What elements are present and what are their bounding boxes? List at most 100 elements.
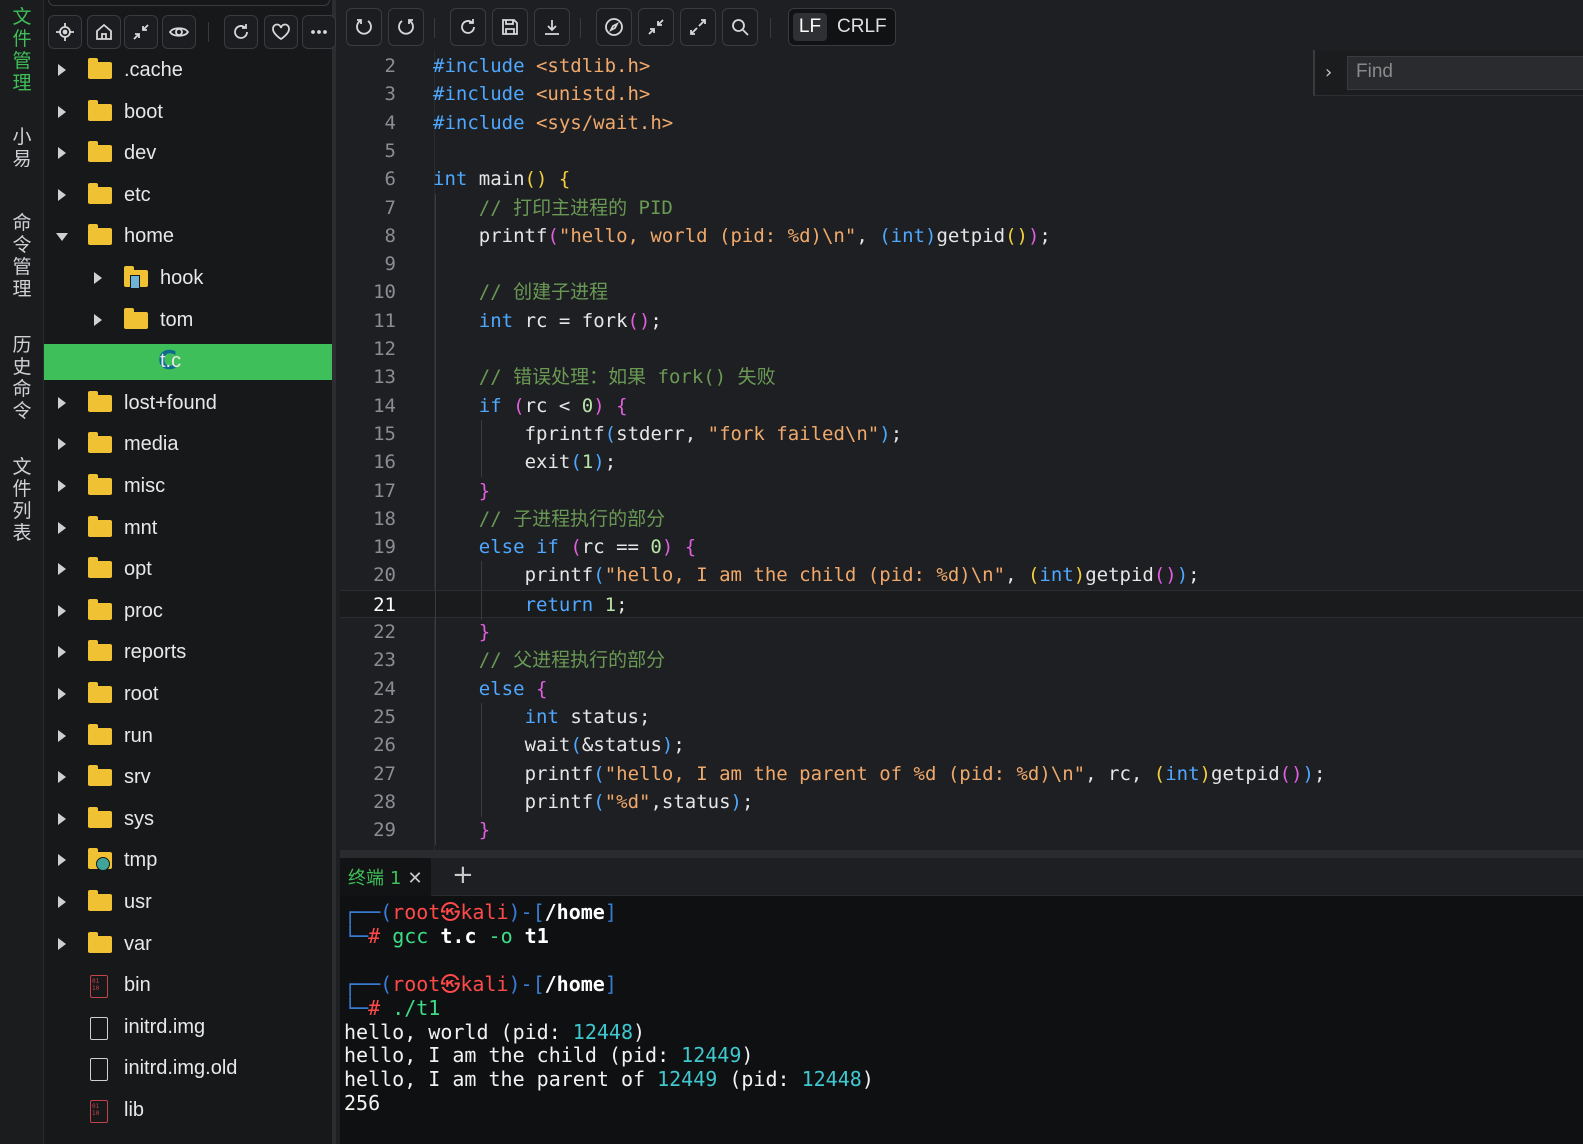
code-line[interactable]: 13 // 错误处理：如果 fork() 失败 [340, 363, 1583, 393]
chevron-right-icon[interactable] [94, 313, 102, 326]
code-line[interactable]: 19 else if (rc == 0) { [340, 533, 1583, 563]
chevron-right-icon[interactable] [58, 729, 66, 742]
chevron-right-icon[interactable] [58, 896, 66, 908]
code-line[interactable]: 22} [340, 618, 1583, 647]
shrink-button[interactable] [638, 8, 674, 46]
code-line[interactable]: 11 int rc = fork(); [340, 306, 1583, 336]
terminal-output[interactable]: ┌──(root㉿kali)-[/home] └─# gcc t.c -o t1 ┌… [340, 896, 1583, 1144]
tree-item[interactable]: tmp [44, 843, 332, 879]
code-line[interactable]: 26 wait(&status); [340, 731, 1583, 761]
chevron-right-icon[interactable] [58, 396, 66, 409]
code-line[interactable]: 14 if (rc < 0) { [340, 391, 1583, 421]
code-line[interactable]: 16 exit(1); [340, 448, 1583, 478]
toggle-hidden-button[interactable] [162, 15, 196, 49]
tree-item[interactable]: initrd.img.old [44, 1051, 332, 1087]
tree-item[interactable]: etc [44, 178, 332, 214]
code-line[interactable]: 21 return 1; [340, 589, 1583, 620]
tree-item[interactable]: usr [44, 885, 332, 921]
chevron-down-icon[interactable] [56, 233, 68, 242]
chevron-right-icon[interactable] [58, 147, 66, 160]
tree-item[interactable]: var [44, 927, 332, 963]
tree-item[interactable]: lost+found [44, 386, 332, 422]
tree-item[interactable]: hook [44, 261, 332, 297]
reload-button[interactable] [450, 8, 486, 46]
panel-splitter[interactable] [340, 850, 1583, 858]
add-terminal-button[interactable]: + [452, 860, 474, 890]
more-button[interactable] [302, 15, 336, 49]
chevron-right-icon[interactable] [58, 105, 66, 118]
line-ending-crlf[interactable]: CRLF [837, 13, 887, 41]
tree-item[interactable]: sys [44, 802, 332, 838]
download-button[interactable] [534, 8, 570, 46]
tree-item[interactable]: .cache [44, 53, 332, 89]
code-line[interactable]: 17} [340, 476, 1583, 506]
chevron-right-icon[interactable] [58, 521, 66, 534]
code-line[interactable]: 7 // 打印主进程的 PID [340, 193, 1583, 223]
chevron-right-icon[interactable] [94, 272, 102, 284]
locate-button[interactable] [48, 15, 82, 49]
chevron-right-icon[interactable] [58, 646, 66, 659]
code-line[interactable]: 18 // 子进程执行的部分 [340, 504, 1583, 534]
tree-item[interactable]: initrd.img [44, 1010, 332, 1046]
code-line[interactable]: 15 fprintf(stderr, "fork failed\n"); [340, 419, 1583, 449]
chevron-right-icon[interactable] [58, 563, 66, 576]
code-line[interactable]: 25 int status; [340, 702, 1583, 732]
line-ending-lf[interactable]: LF [793, 13, 827, 41]
tree-item[interactable]: root [44, 677, 332, 713]
tree-item[interactable]: boot [44, 95, 332, 131]
code-line[interactable]: 12 [340, 335, 1583, 364]
code-line[interactable]: 23 // 父进程执行的部分 [340, 646, 1583, 676]
code-editor[interactable]: 2 #include <stdlib.h> 3 #include <unistd.h>… [340, 50, 1583, 858]
close-icon[interactable]: ✕ [407, 868, 422, 889]
chevron-right-icon[interactable] [58, 604, 66, 617]
tree-item[interactable]: run [44, 719, 332, 755]
tree-item[interactable]: srv [44, 760, 332, 796]
tree-item[interactable]: dev [44, 136, 332, 172]
save-button[interactable] [492, 8, 528, 46]
chevron-right-icon[interactable] [58, 937, 66, 950]
redo-button[interactable] [388, 8, 424, 46]
code-line[interactable]: 4 #include <sys/wait.h> [340, 109, 1583, 137]
code-line[interactable]: 20 printf("hello, I am the child (pid: %d… [340, 561, 1583, 591]
code-line[interactable]: 27 printf("hello, I am the parent of %d (… [340, 759, 1583, 789]
chevron-right-icon[interactable] [58, 771, 66, 784]
chevron-right-icon[interactable] [58, 812, 66, 825]
activity-assistant[interactable]: 小易 [8, 126, 36, 170]
home-button[interactable] [87, 15, 121, 49]
activity-command-manager[interactable]: 命令管理 [8, 212, 36, 300]
activity-file-manager[interactable]: 文件管理 [8, 6, 36, 94]
tree-item[interactable]: proc [44, 594, 332, 630]
code-line[interactable]: 9 [340, 250, 1583, 280]
collapse-button[interactable] [124, 15, 158, 49]
code-line[interactable]: 24 else { [340, 674, 1583, 704]
tree-item[interactable]: opt [44, 552, 332, 588]
code-line[interactable]: 8 printf("hello, world (pid: %d)\n", (int… [340, 221, 1583, 251]
chevron-right-icon[interactable] [58, 438, 66, 451]
tree-item[interactable]: tom [44, 303, 332, 339]
chevron-right-icon[interactable] [58, 688, 66, 700]
expand-button[interactable] [680, 8, 716, 46]
code-line[interactable]: 6 int main() { [340, 165, 1583, 193]
tree-item[interactable]: reports [44, 635, 332, 671]
compass-button[interactable] [596, 8, 632, 46]
code-line[interactable]: 29} [340, 816, 1583, 846]
activity-file-list[interactable]: 文件列表 [8, 456, 36, 544]
search-button[interactable] [722, 8, 758, 46]
tree-item[interactable]: 01 10 lib [44, 1093, 332, 1129]
find-input[interactable]: Find [1347, 56, 1583, 90]
undo-button[interactable] [346, 8, 382, 46]
code-line[interactable]: 10 // 创建子进程 [340, 278, 1583, 308]
tree-item[interactable]: home [44, 219, 332, 255]
terminal-tab[interactable]: 终端 1 ✕ [340, 858, 431, 896]
code-line[interactable]: 5 [340, 137, 1583, 165]
tree-item[interactable]: media [44, 427, 332, 463]
code-line[interactable]: 28 printf("%d",status); [340, 787, 1583, 817]
tree-item[interactable]: 01 10 bin [44, 968, 332, 1004]
chevron-right-icon[interactable] [58, 64, 66, 76]
tree-item[interactable]: misc [44, 469, 332, 505]
tree-item[interactable]: mnt [44, 511, 332, 547]
tree-item[interactable]: Ct.c [44, 344, 332, 381]
chevron-right-icon[interactable]: › [1325, 62, 1332, 83]
activity-history-commands[interactable]: 历史命令 [8, 334, 36, 422]
refresh-button[interactable] [224, 15, 258, 49]
